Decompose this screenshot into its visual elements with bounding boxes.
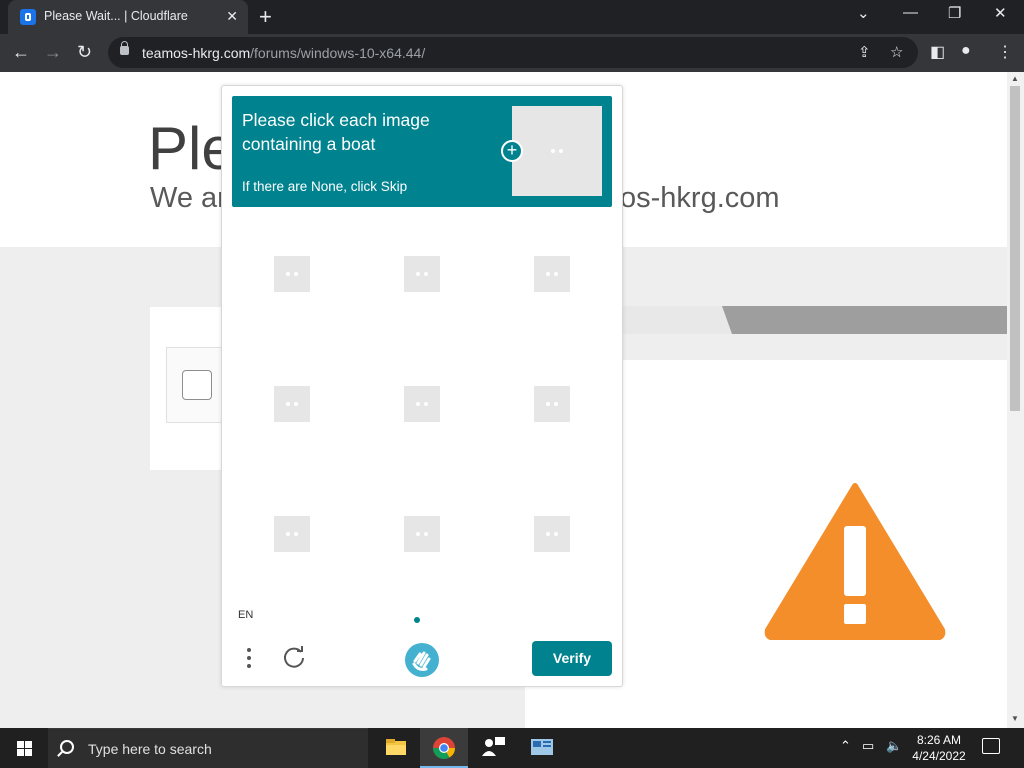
lock-icon[interactable] [120, 41, 129, 55]
share-icon[interactable]: ⇪ [858, 43, 871, 61]
people-app-icon[interactable] [469, 728, 517, 768]
bookmark-star-icon[interactable]: ☆ [890, 43, 903, 61]
system-clock[interactable]: 8:26 AM 4/24/2022 [904, 732, 974, 764]
profile-icon[interactable]: ● [961, 42, 971, 60]
cloudflare-favicon-icon [20, 9, 36, 25]
image-placeholder-icon [274, 386, 310, 422]
show-hidden-icons-icon[interactable]: ⌃ [840, 738, 851, 754]
restore-button[interactable]: ❐ [948, 4, 961, 22]
minimize-button[interactable]: — [903, 4, 918, 21]
file-explorer-icon[interactable] [372, 728, 420, 768]
windows-taskbar: Type here to search ⌃ ▭ 🔈 8:26 AM 4/24/2… [0, 728, 1024, 768]
address-bar[interactable]: teamos-hkrg.com/forums/windows-10-x64.44… [108, 37, 918, 68]
captcha-sample-image [512, 106, 602, 196]
captcha-widget [150, 307, 225, 470]
clock-date: 4/24/2022 [912, 749, 966, 763]
scroll-thumb[interactable] [1010, 86, 1020, 411]
decorative-strip-light [622, 306, 732, 334]
captcha-tile-1[interactable] [232, 214, 352, 334]
captcha-prompt-hint: If there are None, click Skip [242, 179, 408, 194]
windows-start-icon[interactable] [0, 728, 48, 768]
image-placeholder-icon [534, 516, 570, 552]
captcha-tile-3[interactable] [492, 214, 612, 334]
image-placeholder-icon [534, 256, 570, 292]
back-button[interactable]: ← [12, 42, 30, 62]
browser-toolbar: ← → ↻ teamos-hkrg.com/forums/windows-10-… [0, 34, 1024, 72]
new-tab-button[interactable]: + [259, 4, 272, 30]
clock-time: 8:26 AM [916, 733, 962, 747]
expand-example-icon[interactable]: + [501, 140, 523, 162]
captcha-menu-icon[interactable] [244, 644, 254, 672]
browser-tab[interactable]: Please Wait... | Cloudflare ✕ [8, 0, 248, 34]
captcha-challenge: Please click each image containing a boa… [221, 85, 623, 687]
browser-tab-bar: Please Wait... | Cloudflare ✕ + ⌄ — ❐ ✕ [0, 0, 1024, 34]
tab-title: Please Wait... | Cloudflare [44, 9, 188, 23]
scroll-up-arrow-icon[interactable]: ▲ [1011, 74, 1019, 83]
browser-menu-icon[interactable]: ⋮ [997, 42, 1013, 62]
warning-icon [764, 483, 946, 640]
captcha-tile-2[interactable] [362, 214, 482, 334]
captcha-widget-box [166, 347, 225, 423]
scroll-down-arrow-icon[interactable]: ▼ [1011, 714, 1019, 723]
volume-icon[interactable]: 🔈 [886, 738, 902, 754]
language-selector[interactable]: EN [238, 609, 253, 621]
captcha-checkbox[interactable] [182, 370, 212, 400]
image-placeholder-icon [534, 386, 570, 422]
image-placeholder-icon [274, 256, 310, 292]
action-center-icon[interactable] [982, 738, 1000, 754]
remote-desktop-icon[interactable] [518, 728, 566, 768]
image-placeholder-icon [404, 256, 440, 292]
search-placeholder: Type here to search [88, 741, 212, 757]
captcha-prompt: Please click each image containing a boa… [232, 96, 612, 207]
captcha-tile-6[interactable] [492, 344, 612, 464]
reload-button[interactable]: ↻ [77, 42, 92, 62]
page-scrollbar[interactable]: ▲ ▼ [1007, 72, 1024, 728]
verify-button[interactable]: Verify [532, 641, 612, 676]
url-text[interactable]: teamos-hkrg.com/forums/windows-10-x64.44… [142, 45, 425, 61]
captcha-tile-9[interactable] [492, 474, 612, 594]
search-icon [60, 740, 74, 754]
chrome-icon[interactable] [420, 728, 468, 768]
tab-close-icon[interactable]: ✕ [226, 8, 238, 25]
captcha-tile-8[interactable] [362, 474, 482, 594]
refresh-challenge-icon[interactable] [282, 645, 306, 669]
page-indicator-dot [414, 617, 420, 623]
captcha-prompt-text: Please click each image containing a boa… [242, 110, 430, 154]
image-placeholder-icon [404, 516, 440, 552]
tab-search-icon[interactable]: ⌄ [857, 4, 870, 22]
taskbar-search-box[interactable]: Type here to search [48, 728, 368, 768]
side-panel-icon[interactable]: ◧ [930, 42, 945, 62]
captcha-tile-7[interactable] [232, 474, 352, 594]
captcha-tile-5[interactable] [362, 344, 482, 464]
network-icon[interactable]: ▭ [862, 738, 874, 754]
image-placeholder-icon [404, 386, 440, 422]
captcha-tile-4[interactable] [232, 344, 352, 464]
hcaptcha-logo-icon[interactable] [405, 643, 439, 677]
forward-button[interactable]: → [44, 42, 62, 62]
image-placeholder-icon [274, 516, 310, 552]
close-window-button[interactable]: ✕ [994, 4, 1007, 22]
